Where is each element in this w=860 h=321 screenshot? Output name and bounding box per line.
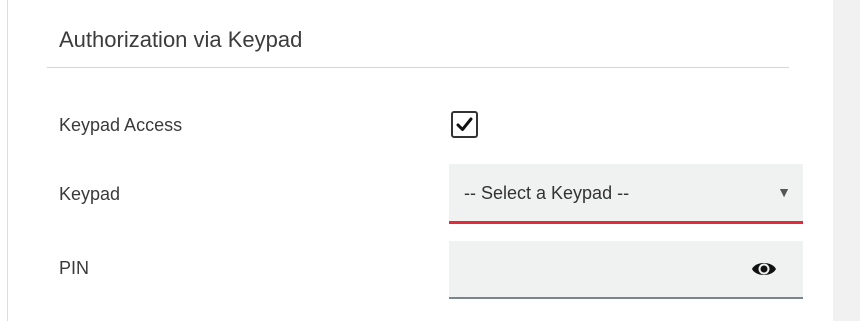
checkmark-icon [456,117,473,131]
pin-label: PIN [59,258,90,278]
section-divider [47,67,789,68]
right-side-panel [833,0,860,321]
pin-input[interactable] [449,241,749,297]
pin-field [449,241,803,299]
dropdown-arrow-icon: ▼ [777,184,791,200]
keypad-select-value: -- Select a Keypad -- [464,183,630,203]
keypad-access-label: Keypad Access [59,115,183,135]
keypad-select[interactable]: -- Select a Keypad -- ▼ [449,164,803,224]
left-panel-border [0,0,8,321]
section-title: Authorization via Keypad [59,27,303,52]
keypad-label: Keypad [59,184,121,204]
keypad-access-checkbox[interactable] [451,111,478,138]
eye-icon[interactable] [751,258,777,280]
